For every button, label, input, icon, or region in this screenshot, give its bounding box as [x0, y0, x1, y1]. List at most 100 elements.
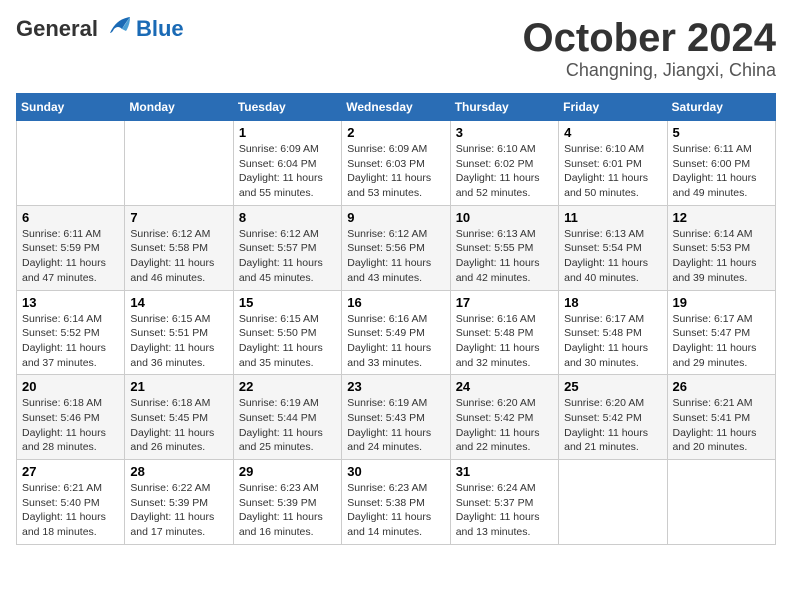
day-number: 7: [130, 210, 227, 225]
day-number: 29: [239, 464, 336, 479]
calendar-cell: [17, 121, 125, 206]
day-info: Sunrise: 6:21 AMSunset: 5:41 PMDaylight:…: [673, 396, 770, 455]
calendar-cell: 11 Sunrise: 6:13 AMSunset: 5:54 PMDayligh…: [559, 205, 667, 290]
day-info: Sunrise: 6:09 AMSunset: 6:04 PMDaylight:…: [239, 142, 336, 201]
day-info: Sunrise: 6:24 AMSunset: 5:37 PMDaylight:…: [456, 481, 553, 540]
calendar-cell: 8Sunrise: 6:12 AMSunset: 5:57 PMDaylight…: [233, 205, 341, 290]
logo-blue-text: Blue: [136, 16, 184, 42]
day-number: 31: [456, 464, 553, 479]
calendar-week-row: 6 Sunrise: 6:11 AMSunset: 5:59 PMDaylight…: [17, 205, 776, 290]
day-info: Sunrise: 6:16 AMSunset: 5:49 PMDaylight:…: [347, 312, 444, 371]
day-number: 20: [22, 379, 119, 394]
weekday-header-saturday: Saturday: [667, 94, 775, 121]
day-number: 15: [239, 295, 336, 310]
day-number: 11: [564, 210, 661, 225]
calendar-cell: [559, 460, 667, 545]
calendar-cell: 4Sunrise: 6:10 AMSunset: 6:01 PMDaylight…: [559, 121, 667, 206]
day-info: Sunrise: 6:12 AMSunset: 5:58 PMDaylight:…: [130, 227, 227, 286]
day-info: Sunrise: 6:19 AMSunset: 5:44 PMDaylight:…: [239, 396, 336, 455]
calendar-cell: 3 Sunrise: 6:10 AMSunset: 6:02 PMDaylight…: [450, 121, 558, 206]
calendar-cell: 23 Sunrise: 6:19 AMSunset: 5:43 PMDayligh…: [342, 375, 450, 460]
location-title: Changning, Jiangxi, China: [523, 60, 776, 81]
day-number: 27: [22, 464, 119, 479]
day-number: 16: [347, 295, 444, 310]
day-number: 30: [347, 464, 444, 479]
calendar-cell: 22 Sunrise: 6:19 AMSunset: 5:44 PMDayligh…: [233, 375, 341, 460]
day-number: 3: [456, 125, 553, 140]
logo: General Blue: [16, 16, 184, 42]
calendar-week-row: 13 Sunrise: 6:14 AMSunset: 5:52 PMDayligh…: [17, 290, 776, 375]
day-info: Sunrise: 6:20 AMSunset: 5:42 PMDaylight:…: [564, 396, 661, 455]
weekday-header-tuesday: Tuesday: [233, 94, 341, 121]
calendar-cell: [667, 460, 775, 545]
calendar-cell: 24 Sunrise: 6:20 AMSunset: 5:42 PMDayligh…: [450, 375, 558, 460]
day-info: Sunrise: 6:14 AMSunset: 5:52 PMDaylight:…: [22, 312, 119, 371]
page-header: General Blue October 2024 Changning, Jia…: [16, 16, 776, 81]
calendar-cell: 15 Sunrise: 6:15 AMSunset: 5:50 PMDayligh…: [233, 290, 341, 375]
logo-bird-icon: [102, 15, 134, 41]
day-info: Sunrise: 6:23 AMSunset: 5:39 PMDaylight:…: [239, 481, 336, 540]
day-info: Sunrise: 6:23 AMSunset: 5:38 PMDaylight:…: [347, 481, 444, 540]
day-number: 19: [673, 295, 770, 310]
day-info: Sunrise: 6:17 AMSunset: 5:48 PMDaylight:…: [564, 312, 661, 371]
day-number: 22: [239, 379, 336, 394]
day-number: 25: [564, 379, 661, 394]
day-info: Sunrise: 6:19 AMSunset: 5:43 PMDaylight:…: [347, 396, 444, 455]
calendar-cell: 12Sunrise: 6:14 AMSunset: 5:53 PMDayligh…: [667, 205, 775, 290]
calendar-week-row: 20 Sunrise: 6:18 AMSunset: 5:46 PMDayligh…: [17, 375, 776, 460]
calendar-cell: 16 Sunrise: 6:16 AMSunset: 5:49 PMDayligh…: [342, 290, 450, 375]
calendar-cell: 30 Sunrise: 6:23 AMSunset: 5:38 PMDayligh…: [342, 460, 450, 545]
calendar-cell: 25 Sunrise: 6:20 AMSunset: 5:42 PMDayligh…: [559, 375, 667, 460]
calendar-cell: 6 Sunrise: 6:11 AMSunset: 5:59 PMDaylight…: [17, 205, 125, 290]
day-number: 6: [22, 210, 119, 225]
calendar-cell: [125, 121, 233, 206]
calendar-week-row: 27 Sunrise: 6:21 AMSunset: 5:40 PMDayligh…: [17, 460, 776, 545]
day-info: Sunrise: 6:15 AMSunset: 5:50 PMDaylight:…: [239, 312, 336, 371]
calendar-cell: 20 Sunrise: 6:18 AMSunset: 5:46 PMDayligh…: [17, 375, 125, 460]
calendar-cell: 17Sunrise: 6:16 AMSunset: 5:48 PMDayligh…: [450, 290, 558, 375]
calendar-cell: 26 Sunrise: 6:21 AMSunset: 5:41 PMDayligh…: [667, 375, 775, 460]
calendar-cell: 13 Sunrise: 6:14 AMSunset: 5:52 PMDayligh…: [17, 290, 125, 375]
calendar-cell: 18Sunrise: 6:17 AMSunset: 5:48 PMDayligh…: [559, 290, 667, 375]
day-info: Sunrise: 6:18 AMSunset: 5:46 PMDaylight:…: [22, 396, 119, 455]
day-number: 12: [673, 210, 770, 225]
day-info: Sunrise: 6:20 AMSunset: 5:42 PMDaylight:…: [456, 396, 553, 455]
day-number: 5: [673, 125, 770, 140]
calendar-cell: 14Sunrise: 6:15 AMSunset: 5:51 PMDayligh…: [125, 290, 233, 375]
calendar-cell: 1 Sunrise: 6:09 AMSunset: 6:04 PMDaylight…: [233, 121, 341, 206]
day-info: Sunrise: 6:22 AMSunset: 5:39 PMDaylight:…: [130, 481, 227, 540]
day-info: Sunrise: 6:15 AMSunset: 5:51 PMDaylight:…: [130, 312, 227, 371]
day-info: Sunrise: 6:10 AMSunset: 6:01 PMDaylight:…: [564, 142, 661, 201]
day-info: Sunrise: 6:09 AMSunset: 6:03 PMDaylight:…: [347, 142, 444, 201]
calendar-cell: 31 Sunrise: 6:24 AMSunset: 5:37 PMDayligh…: [450, 460, 558, 545]
weekday-header-wednesday: Wednesday: [342, 94, 450, 121]
day-info: Sunrise: 6:11 AMSunset: 5:59 PMDaylight:…: [22, 227, 119, 286]
day-number: 24: [456, 379, 553, 394]
calendar-cell: 27 Sunrise: 6:21 AMSunset: 5:40 PMDayligh…: [17, 460, 125, 545]
calendar-cell: 2 Sunrise: 6:09 AMSunset: 6:03 PMDaylight…: [342, 121, 450, 206]
day-number: 1: [239, 125, 336, 140]
day-number: 28: [130, 464, 227, 479]
calendar-cell: 19Sunrise: 6:17 AMSunset: 5:47 PMDayligh…: [667, 290, 775, 375]
month-title: October 2024: [523, 16, 776, 60]
day-info: Sunrise: 6:16 AMSunset: 5:48 PMDaylight:…: [456, 312, 553, 371]
day-number: 26: [673, 379, 770, 394]
day-info: Sunrise: 6:18 AMSunset: 5:45 PMDaylight:…: [130, 396, 227, 455]
day-number: 21: [130, 379, 227, 394]
day-info: Sunrise: 6:13 AMSunset: 5:54 PMDaylight:…: [564, 227, 661, 286]
weekday-header-sunday: Sunday: [17, 94, 125, 121]
calendar-cell: 10Sunrise: 6:13 AMSunset: 5:55 PMDayligh…: [450, 205, 558, 290]
weekday-header-friday: Friday: [559, 94, 667, 121]
day-info: Sunrise: 6:12 AMSunset: 5:56 PMDaylight:…: [347, 227, 444, 286]
day-number: 23: [347, 379, 444, 394]
day-number: 2: [347, 125, 444, 140]
day-number: 8: [239, 210, 336, 225]
day-info: Sunrise: 6:11 AMSunset: 6:00 PMDaylight:…: [673, 142, 770, 201]
calendar-cell: 7 Sunrise: 6:12 AMSunset: 5:58 PMDaylight…: [125, 205, 233, 290]
calendar-cell: 28 Sunrise: 6:22 AMSunset: 5:39 PMDayligh…: [125, 460, 233, 545]
calendar-cell: 29 Sunrise: 6:23 AMSunset: 5:39 PMDayligh…: [233, 460, 341, 545]
day-info: Sunrise: 6:21 AMSunset: 5:40 PMDaylight:…: [22, 481, 119, 540]
day-number: 10: [456, 210, 553, 225]
day-info: Sunrise: 6:10 AMSunset: 6:02 PMDaylight:…: [456, 142, 553, 201]
day-number: 13: [22, 295, 119, 310]
